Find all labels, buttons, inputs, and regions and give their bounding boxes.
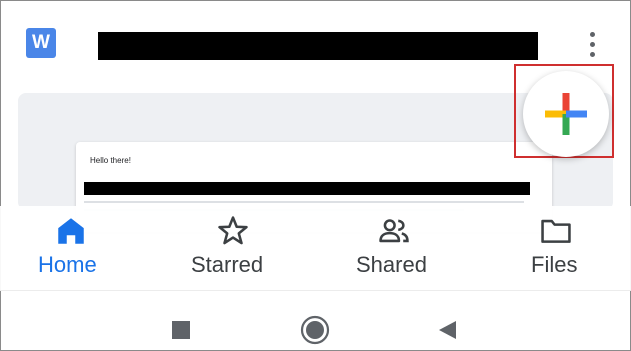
nav-files-label: Files xyxy=(531,252,578,277)
nav-home[interactable]: Home xyxy=(30,206,114,290)
nav-starred-label: Starred xyxy=(191,252,264,277)
nav-files[interactable]: Files xyxy=(523,206,593,290)
redacted-title xyxy=(98,32,538,60)
system-navigation-bar xyxy=(0,291,631,349)
more-options-icon[interactable] xyxy=(584,30,602,60)
document-text-line xyxy=(84,201,524,203)
people-icon xyxy=(379,219,409,243)
home-icon xyxy=(58,218,84,244)
redacted-document-text xyxy=(84,182,530,195)
create-new-button[interactable] xyxy=(523,71,609,157)
nav-shared[interactable]: Shared xyxy=(350,206,440,290)
document-greeting: Hello there! xyxy=(90,156,131,165)
nav-shared-label: Shared xyxy=(356,252,427,277)
recents-icon[interactable] xyxy=(171,320,191,340)
home-circle-icon[interactable] xyxy=(300,315,330,345)
app-logo-icon: W xyxy=(26,28,56,58)
nav-starred[interactable]: Starred xyxy=(185,206,285,290)
star-icon xyxy=(218,216,248,245)
create-button-highlight xyxy=(514,64,614,158)
folder-icon xyxy=(541,219,571,243)
back-icon[interactable] xyxy=(436,319,458,341)
bottom-navigation: Home Starred Shared Files xyxy=(0,206,631,290)
plus-icon xyxy=(545,93,587,135)
nav-home-label: Home xyxy=(38,252,97,277)
